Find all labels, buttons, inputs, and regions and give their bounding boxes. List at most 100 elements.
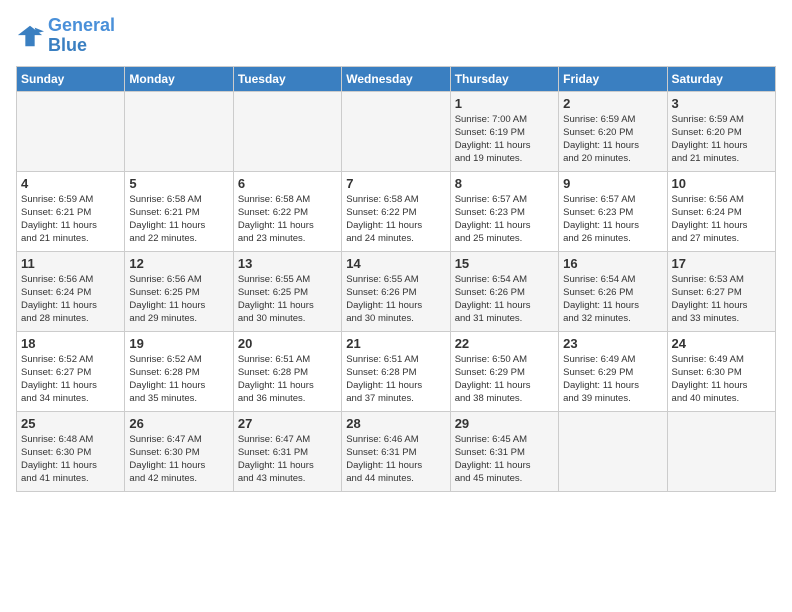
- calendar-cell: 3 Sunrise: 6:59 AM Sunset: 6:20 PM Daylig…: [667, 91, 775, 171]
- calendar-cell: 7 Sunrise: 6:58 AM Sunset: 6:22 PM Daylig…: [342, 171, 450, 251]
- calendar-cell: [125, 91, 233, 171]
- calendar-cell: 17 Sunrise: 6:53 AM Sunset: 6:27 PM Dayli…: [667, 251, 775, 331]
- logo-icon: [16, 22, 44, 50]
- calendar-cell: 5 Sunrise: 6:58 AM Sunset: 6:21 PM Daylig…: [125, 171, 233, 251]
- calendar-cell: 19 Sunrise: 6:52 AM Sunset: 6:28 PM Dayli…: [125, 331, 233, 411]
- day-info: Sunrise: 6:58 AM Sunset: 6:22 PM Dayligh…: [346, 193, 445, 246]
- calendar-cell: 11Sunrise: 6:56 AM Sunset: 6:24 PM Dayli…: [17, 251, 125, 331]
- day-info: Sunrise: 6:52 AM Sunset: 6:28 PM Dayligh…: [129, 353, 228, 406]
- day-number: 4: [21, 176, 120, 191]
- calendar-cell: 9Sunrise: 6:57 AM Sunset: 6:23 PM Daylig…: [559, 171, 667, 251]
- calendar-table: SundayMondayTuesdayWednesdayThursdayFrid…: [16, 66, 776, 492]
- calendar-cell: 4 Sunrise: 6:59 AM Sunset: 6:21 PM Daylig…: [17, 171, 125, 251]
- day-number: 23: [563, 336, 662, 351]
- day-info: Sunrise: 6:58 AM Sunset: 6:21 PM Dayligh…: [129, 193, 228, 246]
- day-info: Sunrise: 6:52 AM Sunset: 6:27 PM Dayligh…: [21, 353, 120, 406]
- day-info: Sunrise: 6:57 AM Sunset: 6:23 PM Dayligh…: [455, 193, 554, 246]
- calendar-cell: 12Sunrise: 6:56 AM Sunset: 6:25 PM Dayli…: [125, 251, 233, 331]
- day-info: Sunrise: 6:47 AM Sunset: 6:30 PM Dayligh…: [129, 433, 228, 486]
- day-header-thursday: Thursday: [450, 66, 558, 91]
- week-row-2: 4 Sunrise: 6:59 AM Sunset: 6:21 PM Daylig…: [17, 171, 776, 251]
- day-info: Sunrise: 6:46 AM Sunset: 6:31 PM Dayligh…: [346, 433, 445, 486]
- day-info: Sunrise: 6:58 AM Sunset: 6:22 PM Dayligh…: [238, 193, 337, 246]
- day-number: 14: [346, 256, 445, 271]
- day-info: Sunrise: 6:51 AM Sunset: 6:28 PM Dayligh…: [238, 353, 337, 406]
- day-info: Sunrise: 7:00 AM Sunset: 6:19 PM Dayligh…: [455, 113, 554, 166]
- day-header-friday: Friday: [559, 66, 667, 91]
- day-number: 17: [672, 256, 771, 271]
- calendar-cell: 25 Sunrise: 6:48 AM Sunset: 6:30 PM Dayli…: [17, 411, 125, 491]
- calendar-cell: 6 Sunrise: 6:58 AM Sunset: 6:22 PM Daylig…: [233, 171, 341, 251]
- logo: General Blue: [16, 16, 115, 56]
- day-number: 27: [238, 416, 337, 431]
- day-header-saturday: Saturday: [667, 66, 775, 91]
- day-number: 18: [21, 336, 120, 351]
- day-info: Sunrise: 6:45 AM Sunset: 6:31 PM Dayligh…: [455, 433, 554, 486]
- day-header-tuesday: Tuesday: [233, 66, 341, 91]
- calendar-cell: 10 Sunrise: 6:56 AM Sunset: 6:24 PM Dayli…: [667, 171, 775, 251]
- day-number: 29: [455, 416, 554, 431]
- calendar-cell: 22 Sunrise: 6:50 AM Sunset: 6:29 PM Dayli…: [450, 331, 558, 411]
- calendar-cell: 8 Sunrise: 6:57 AM Sunset: 6:23 PM Daylig…: [450, 171, 558, 251]
- calendar-cell: 26 Sunrise: 6:47 AM Sunset: 6:30 PM Dayli…: [125, 411, 233, 491]
- calendar-cell: 23 Sunrise: 6:49 AM Sunset: 6:29 PM Dayli…: [559, 331, 667, 411]
- day-number: 3: [672, 96, 771, 111]
- calendar-cell: 18 Sunrise: 6:52 AM Sunset: 6:27 PM Dayli…: [17, 331, 125, 411]
- day-info: Sunrise: 6:48 AM Sunset: 6:30 PM Dayligh…: [21, 433, 120, 486]
- day-header-monday: Monday: [125, 66, 233, 91]
- week-row-3: 11Sunrise: 6:56 AM Sunset: 6:24 PM Dayli…: [17, 251, 776, 331]
- day-header-sunday: Sunday: [17, 66, 125, 91]
- day-number: 6: [238, 176, 337, 191]
- calendar-cell: 21 Sunrise: 6:51 AM Sunset: 6:28 PM Dayli…: [342, 331, 450, 411]
- calendar-cell: 16 Sunrise: 6:54 AM Sunset: 6:26 PM Dayli…: [559, 251, 667, 331]
- day-number: 22: [455, 336, 554, 351]
- logo-text: General Blue: [48, 16, 115, 56]
- week-row-5: 25 Sunrise: 6:48 AM Sunset: 6:30 PM Dayli…: [17, 411, 776, 491]
- calendar-cell: [233, 91, 341, 171]
- day-info: Sunrise: 6:50 AM Sunset: 6:29 PM Dayligh…: [455, 353, 554, 406]
- header-row: SundayMondayTuesdayWednesdayThursdayFrid…: [17, 66, 776, 91]
- day-number: 26: [129, 416, 228, 431]
- day-number: 2: [563, 96, 662, 111]
- day-number: 28: [346, 416, 445, 431]
- day-info: Sunrise: 6:56 AM Sunset: 6:24 PM Dayligh…: [672, 193, 771, 246]
- calendar-cell: 14 Sunrise: 6:55 AM Sunset: 6:26 PM Dayli…: [342, 251, 450, 331]
- day-number: 9: [563, 176, 662, 191]
- day-info: Sunrise: 6:59 AM Sunset: 6:20 PM Dayligh…: [672, 113, 771, 166]
- day-number: 7: [346, 176, 445, 191]
- day-info: Sunrise: 6:59 AM Sunset: 6:21 PM Dayligh…: [21, 193, 120, 246]
- calendar-cell: 28 Sunrise: 6:46 AM Sunset: 6:31 PM Dayli…: [342, 411, 450, 491]
- calendar-cell: [342, 91, 450, 171]
- day-number: 21: [346, 336, 445, 351]
- day-header-wednesday: Wednesday: [342, 66, 450, 91]
- day-info: Sunrise: 6:55 AM Sunset: 6:25 PM Dayligh…: [238, 273, 337, 326]
- day-info: Sunrise: 6:59 AM Sunset: 6:20 PM Dayligh…: [563, 113, 662, 166]
- day-info: Sunrise: 6:49 AM Sunset: 6:29 PM Dayligh…: [563, 353, 662, 406]
- day-info: Sunrise: 6:55 AM Sunset: 6:26 PM Dayligh…: [346, 273, 445, 326]
- calendar-cell: [17, 91, 125, 171]
- day-info: Sunrise: 6:56 AM Sunset: 6:25 PM Dayligh…: [129, 273, 228, 326]
- calendar-cell: 1Sunrise: 7:00 AM Sunset: 6:19 PM Daylig…: [450, 91, 558, 171]
- day-number: 25: [21, 416, 120, 431]
- day-number: 8: [455, 176, 554, 191]
- calendar-cell: 2 Sunrise: 6:59 AM Sunset: 6:20 PM Daylig…: [559, 91, 667, 171]
- calendar-cell: [667, 411, 775, 491]
- day-number: 16: [563, 256, 662, 271]
- day-number: 24: [672, 336, 771, 351]
- day-info: Sunrise: 6:53 AM Sunset: 6:27 PM Dayligh…: [672, 273, 771, 326]
- day-number: 5: [129, 176, 228, 191]
- day-number: 11: [21, 256, 120, 271]
- day-number: 19: [129, 336, 228, 351]
- calendar-cell: 29 Sunrise: 6:45 AM Sunset: 6:31 PM Dayli…: [450, 411, 558, 491]
- week-row-1: 1Sunrise: 7:00 AM Sunset: 6:19 PM Daylig…: [17, 91, 776, 171]
- day-number: 10: [672, 176, 771, 191]
- calendar-cell: 20 Sunrise: 6:51 AM Sunset: 6:28 PM Dayli…: [233, 331, 341, 411]
- header: General Blue: [16, 16, 776, 56]
- calendar-cell: 15 Sunrise: 6:54 AM Sunset: 6:26 PM Dayli…: [450, 251, 558, 331]
- calendar-cell: 24Sunrise: 6:49 AM Sunset: 6:30 PM Dayli…: [667, 331, 775, 411]
- day-number: 20: [238, 336, 337, 351]
- day-info: Sunrise: 6:54 AM Sunset: 6:26 PM Dayligh…: [455, 273, 554, 326]
- day-number: 15: [455, 256, 554, 271]
- day-info: Sunrise: 6:54 AM Sunset: 6:26 PM Dayligh…: [563, 273, 662, 326]
- day-info: Sunrise: 6:51 AM Sunset: 6:28 PM Dayligh…: [346, 353, 445, 406]
